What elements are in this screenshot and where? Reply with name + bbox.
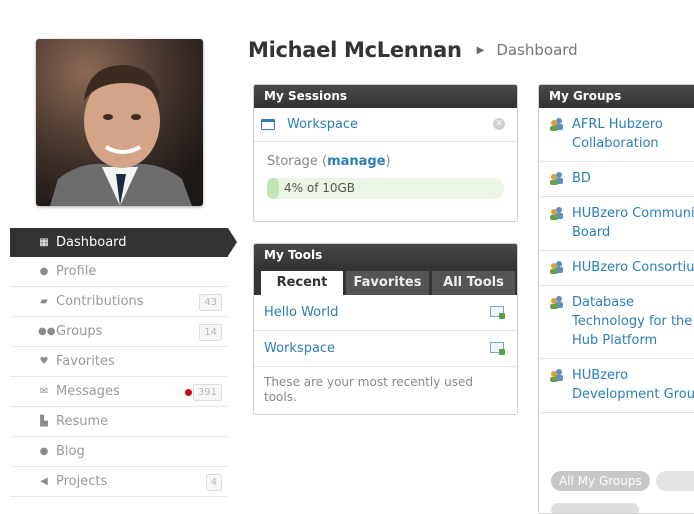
nav-item-dashboard[interactable]: ▦ Dashboard — [10, 228, 237, 257]
tools-note: These are your most recently used tools. — [264, 375, 474, 404]
dashboard-icon: ▦ — [39, 237, 49, 248]
book-icon: ▰ — [40, 296, 48, 307]
my-sessions-panel: My Sessions Workspace ✕ Storage (manage)… — [253, 84, 518, 222]
group-icon — [550, 369, 563, 382]
group-link[interactable]: HUBzero Community Board — [572, 206, 694, 240]
page-heading: Michael McLennan ▶ Dashboard — [248, 38, 578, 62]
unread-indicator — [185, 389, 192, 396]
nav-item-groups[interactable]: ●● Groups 14 — [10, 317, 228, 347]
count-badge: 43 — [199, 294, 222, 311]
paper-plane-icon: ◀ — [40, 476, 48, 487]
users-icon: ●● — [38, 326, 56, 337]
nav-item-label: Resume — [56, 414, 109, 429]
nav-item-label: Blog — [56, 444, 85, 459]
close-icon[interactable]: ✕ — [493, 118, 505, 130]
tool-item[interactable]: Hello World — [254, 295, 517, 331]
profile-photo — [36, 39, 203, 206]
nav-item-resume[interactable]: ▙ Resume — [10, 407, 228, 437]
page-title: Dashboard — [496, 41, 578, 59]
speech-bubble-icon: ● — [39, 446, 49, 457]
window-icon — [261, 119, 275, 130]
session-link[interactable]: Workspace — [287, 117, 358, 132]
group-item[interactable]: AFRL Hubzero Collaboration — [539, 108, 694, 162]
nav-item-contributions[interactable]: ▰ Contributions 43 — [10, 287, 228, 317]
group-item[interactable]: HUBzero Consortium — [539, 251, 694, 286]
storage-label: Storage (manage) — [267, 154, 391, 169]
storage-meter: 4% of 10GB — [267, 178, 504, 199]
group-item[interactable]: HUBzero Community Board — [539, 197, 694, 251]
tool-link[interactable]: Hello World — [264, 305, 338, 320]
tool-item[interactable]: Workspace — [254, 331, 517, 367]
group-filter-pills: All My Groups — [551, 471, 694, 491]
nav-item-label: Profile — [56, 264, 97, 279]
storage-usage-text: 4% of 10GB — [284, 181, 356, 195]
breadcrumb-arrow-icon: ▶ — [476, 44, 485, 56]
manage-storage-link[interactable]: manage — [327, 154, 385, 169]
session-item[interactable]: Workspace ✕ — [254, 108, 517, 142]
group-link[interactable]: Database Technology for the Hub Platform — [572, 295, 692, 348]
tab-all-tools[interactable]: All Tools — [432, 271, 515, 295]
user-icon: ● — [39, 266, 49, 277]
group-icon — [550, 172, 563, 185]
panel-title: My Tools — [254, 244, 517, 267]
nav-item-projects[interactable]: ◀ Projects 4 — [10, 467, 228, 497]
group-item[interactable]: Database Technology for the Hub Platform — [539, 286, 694, 359]
count-badge: 4 — [205, 474, 222, 491]
nav-item-label: Dashboard — [56, 235, 127, 250]
sidebar-nav: ▦ Dashboard ● Profile ▰ Contributions 43… — [10, 228, 237, 497]
group-icon — [550, 118, 563, 131]
group-link[interactable]: BD — [572, 171, 591, 186]
filter-pill[interactable] — [655, 471, 694, 491]
tools-tabs: Recent Favorites All Tools — [254, 267, 517, 295]
nav-item-label: Messages — [56, 384, 120, 399]
group-item[interactable]: HUBzero Development Group — [539, 359, 694, 413]
group-link[interactable]: HUBzero Development Group — [572, 368, 694, 402]
group-icon — [550, 296, 563, 309]
envelope-icon: ✉ — [39, 386, 49, 397]
nav-item-label: Contributions — [56, 294, 144, 309]
nav-item-label: Groups — [56, 324, 103, 339]
group-link[interactable]: AFRL Hubzero Collaboration — [572, 117, 663, 151]
panel-title: My Sessions — [254, 85, 517, 108]
panel-title: My Groups — [539, 85, 694, 108]
my-groups-panel: My Groups AFRL Hubzero Collaboration BD … — [538, 84, 694, 514]
nav-item-favorites[interactable]: ♥ Favorites — [10, 347, 228, 377]
nav-item-blog[interactable]: ● Blog — [10, 437, 228, 467]
count-badge: 391 — [192, 384, 222, 401]
nav-item-label: Favorites — [56, 354, 115, 369]
all-my-groups-button[interactable]: All My Groups — [551, 471, 650, 491]
nav-item-messages[interactable]: ✉ Messages 391 — [10, 377, 228, 407]
document-icon: ▙ — [40, 416, 48, 427]
group-icon — [550, 207, 563, 220]
tool-link[interactable]: Workspace — [264, 341, 335, 356]
profile-name: Michael McLennan — [248, 38, 462, 62]
launch-tool-icon[interactable] — [490, 342, 505, 355]
launch-tool-icon[interactable] — [490, 306, 505, 319]
tab-favorites[interactable]: Favorites — [346, 271, 429, 295]
group-link[interactable]: HUBzero Consortium — [572, 260, 694, 275]
nav-item-profile[interactable]: ● Profile — [10, 257, 228, 287]
storage-meter-fill — [267, 178, 279, 199]
group-icon — [550, 261, 563, 274]
tab-recent[interactable]: Recent — [261, 271, 343, 295]
nav-item-label: Projects — [56, 474, 108, 489]
count-badge: 14 — [199, 324, 222, 341]
heart-icon: ♥ — [39, 356, 49, 367]
my-tools-panel: My Tools Recent Favorites All Tools Hell… — [253, 243, 518, 415]
group-item[interactable]: BD — [539, 162, 694, 197]
